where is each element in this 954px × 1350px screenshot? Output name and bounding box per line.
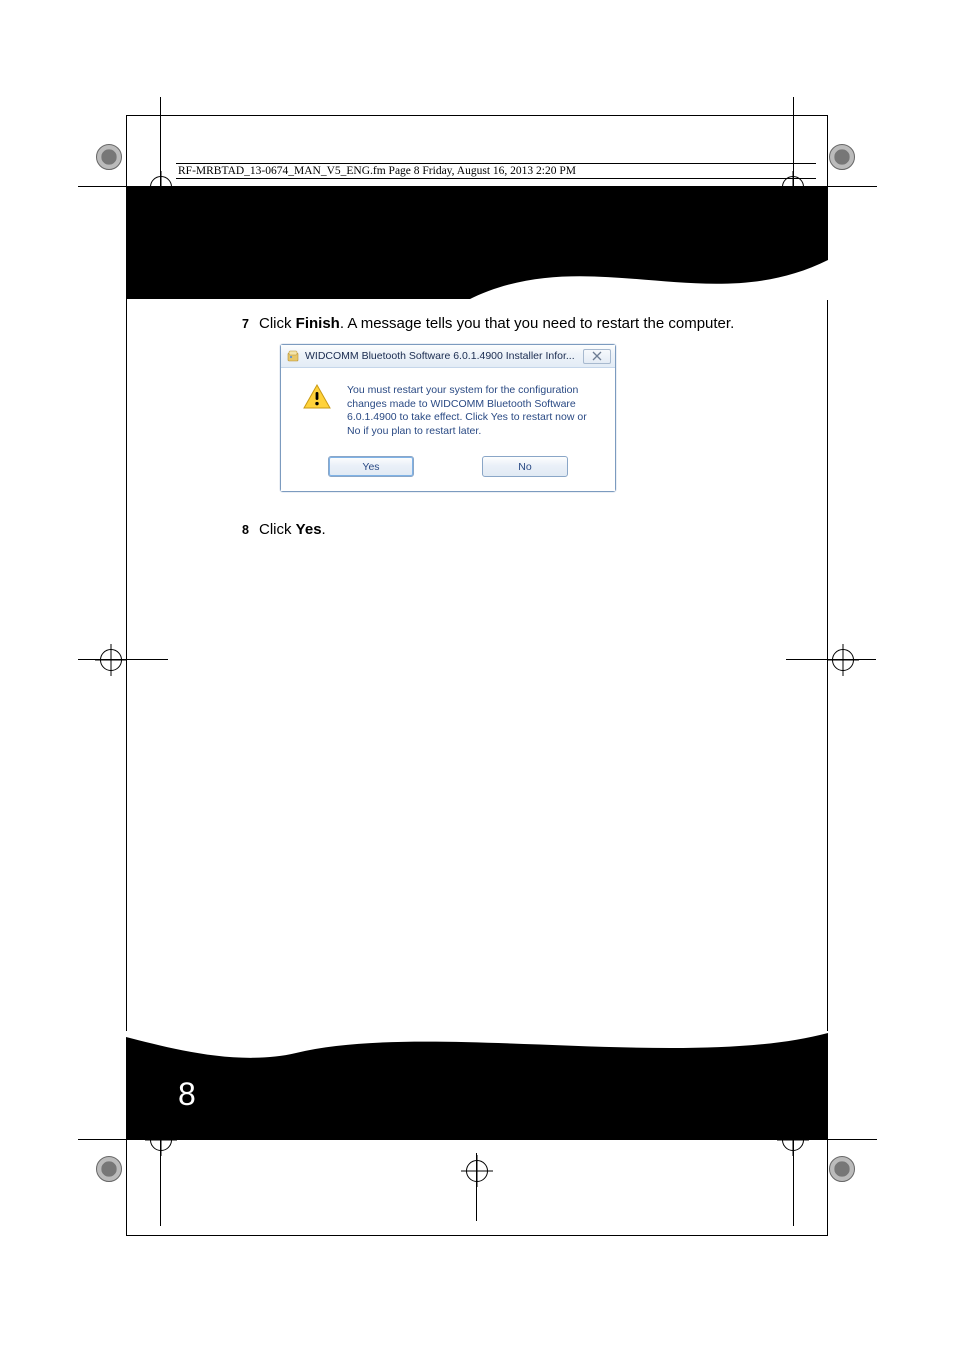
registration-mark — [96, 144, 122, 170]
text-post: . A message tells you that you need to r… — [340, 315, 734, 332]
dialog-body: You must restart your system for the con… — [281, 368, 615, 446]
banner-wave-icon — [468, 260, 828, 300]
page-number: 8 — [178, 1076, 196, 1113]
step-text: Click Finish. A message tells you that y… — [259, 314, 785, 334]
registration-target-icon — [466, 1160, 488, 1182]
close-button[interactable] — [583, 349, 611, 364]
registration-mark — [829, 144, 855, 170]
step-number: 8 — [235, 520, 249, 540]
text-pre: Click — [259, 521, 296, 538]
page-content: 7 Click Finish. A message tells you that… — [235, 314, 785, 550]
dialog-title: WIDCOMM Bluetooth Software 6.0.1.4900 In… — [305, 350, 578, 362]
step-7: 7 Click Finish. A message tells you that… — [235, 314, 785, 334]
text-pre: Click — [259, 315, 296, 332]
dialog-titlebar: WIDCOMM Bluetooth Software 6.0.1.4900 In… — [281, 345, 615, 368]
registration-target-icon — [100, 649, 122, 671]
step-8: 8 Click Yes. — [235, 520, 785, 540]
registration-target-icon — [832, 649, 854, 671]
bottom-banner: 8 — [126, 1032, 828, 1140]
text-bold: Yes — [296, 521, 322, 538]
banner-wave-icon — [126, 1031, 828, 1063]
dialog-message: You must restart your system for the con… — [347, 384, 599, 438]
warning-icon — [303, 384, 331, 410]
document-header-meta: RF-MRBTAD_13-0674_MAN_V5_ENG.fm Page 8 F… — [176, 163, 816, 179]
top-banner — [126, 186, 828, 299]
step-number: 7 — [235, 314, 249, 334]
yes-button[interactable]: Yes — [328, 456, 414, 477]
dialog-button-row: Yes No — [281, 446, 615, 491]
registration-mark — [829, 1156, 855, 1182]
no-button[interactable]: No — [482, 456, 568, 477]
step-text: Click Yes. — [259, 520, 785, 540]
installer-icon — [286, 349, 300, 363]
installer-info-dialog: WIDCOMM Bluetooth Software 6.0.1.4900 In… — [280, 344, 616, 492]
registration-mark — [96, 1156, 122, 1182]
close-icon — [592, 351, 602, 361]
text-bold: Finish — [296, 315, 340, 332]
dialog-screenshot: WIDCOMM Bluetooth Software 6.0.1.4900 In… — [280, 344, 616, 492]
text-post: . — [322, 521, 326, 538]
